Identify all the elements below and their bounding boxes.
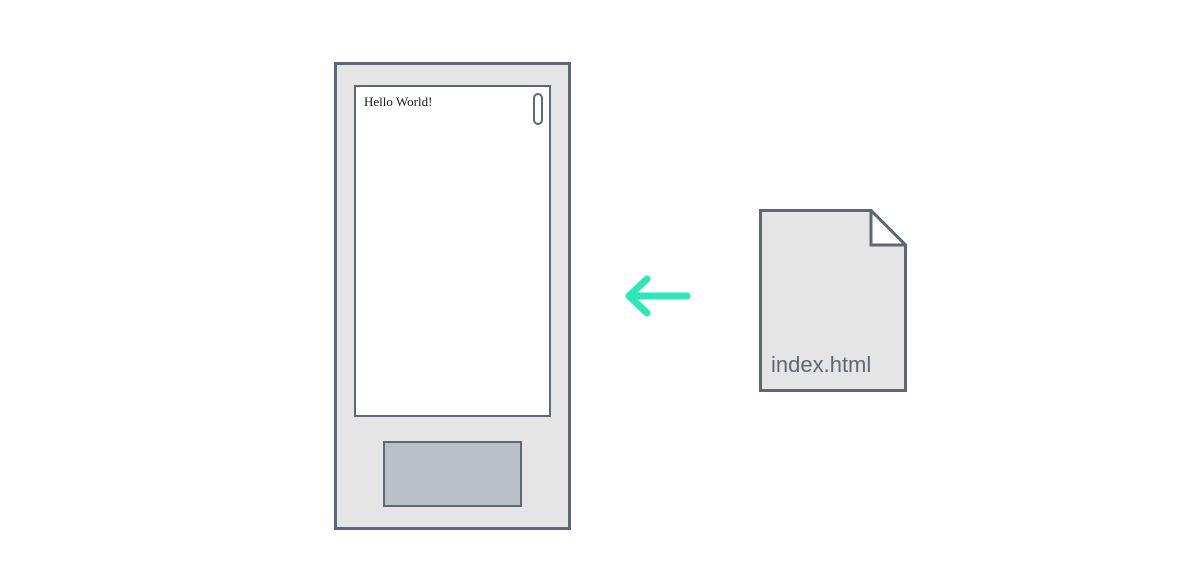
device-screen: Hello World! bbox=[354, 85, 551, 417]
file-illustration: index.html bbox=[759, 209, 907, 392]
file-label: index.html bbox=[771, 352, 871, 378]
scrollbar-icon bbox=[533, 93, 543, 125]
device-home-button bbox=[383, 441, 522, 507]
file-fold-icon bbox=[871, 211, 906, 246]
device-screen-text: Hello World! bbox=[364, 94, 432, 109]
arrow-left-icon bbox=[621, 273, 693, 319]
device-illustration: Hello World! bbox=[334, 62, 571, 530]
